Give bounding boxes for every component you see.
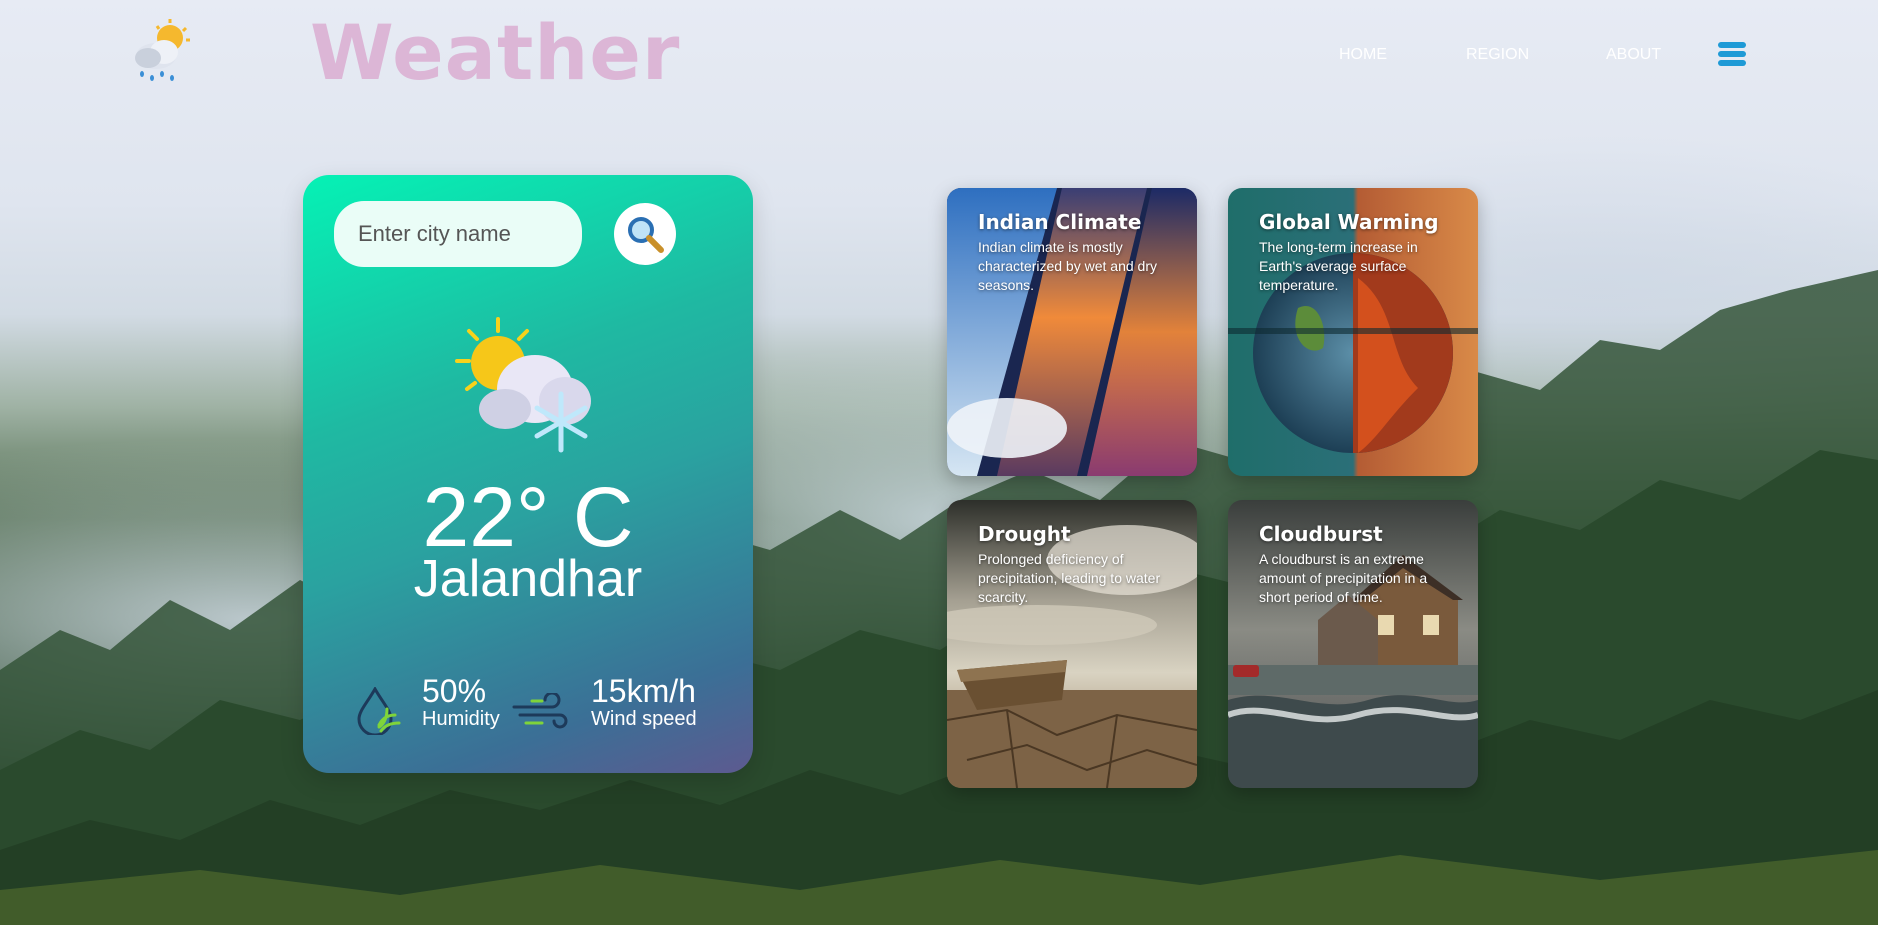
wind-icon (512, 691, 574, 733)
card-title: Global Warming (1259, 210, 1439, 234)
city-search-input[interactable] (334, 201, 582, 267)
card-title: Drought (978, 522, 1071, 546)
cloudburst-card[interactable]: Cloudburst A cloudburst is an extreme am… (1228, 500, 1478, 788)
wind-speed-label: Wind speed (591, 708, 697, 730)
drought-card[interactable]: Drought Prolonged deficiency of precipit… (947, 500, 1197, 788)
indian-climate-card[interactable]: Indian Climate Indian climate is mostly … (947, 188, 1197, 476)
app-title: Weather (310, 8, 681, 97)
weather-card: 22° C Jalandhar 50% Humidity 15km/h Wind… (303, 175, 753, 773)
forest-background (0, 250, 1878, 925)
magnifier-icon (628, 217, 664, 253)
temperature-value: 22° C (422, 470, 634, 564)
card-title: Cloudburst (1259, 522, 1383, 546)
global-warming-card[interactable]: Global Warming The long-term increase in… (1228, 188, 1478, 476)
cloud-sun-rain-icon (130, 18, 194, 86)
humidity-label: Humidity (422, 708, 500, 730)
humidity-icon (357, 685, 403, 739)
nav-about-link[interactable]: ABOUT (1606, 46, 1661, 64)
wind-speed-value: 15km/h (591, 673, 696, 709)
city-name: Jalandhar (413, 550, 643, 608)
nav-region-link[interactable]: REGION (1466, 46, 1529, 64)
card-description: The long-term increase in Earth's averag… (1259, 239, 1418, 293)
card-description: A cloudburst is an extreme amount of pre… (1259, 551, 1428, 605)
card-description: Indian climate is mostly characterized b… (978, 239, 1157, 293)
top-navigation-bar: Weather HOME REGION ABOUT (0, 0, 1878, 110)
nav-home-link[interactable]: HOME (1339, 46, 1387, 64)
card-title: Indian Climate (978, 210, 1142, 234)
search-button[interactable] (614, 203, 676, 265)
card-description: Prolonged deficiency of precipitation, l… (978, 551, 1161, 605)
hamburger-menu-icon[interactable] (1718, 42, 1746, 68)
sun-cloud-snow-icon (453, 317, 603, 457)
humidity-value: 50% (422, 673, 487, 709)
